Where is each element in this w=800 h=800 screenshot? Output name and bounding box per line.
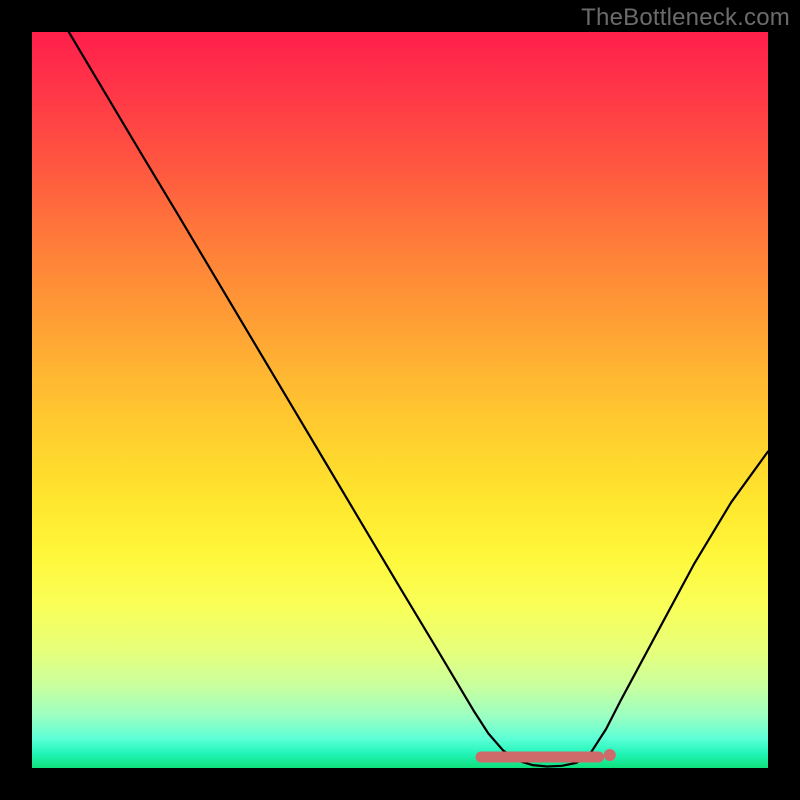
bottleneck-curve [69, 32, 768, 767]
chart-frame: TheBottleneck.com [0, 0, 800, 800]
plot-svg [32, 32, 768, 768]
plot-area [32, 32, 768, 768]
sweet-spot-end-dot [604, 749, 616, 761]
watermark-text: TheBottleneck.com [581, 4, 790, 32]
